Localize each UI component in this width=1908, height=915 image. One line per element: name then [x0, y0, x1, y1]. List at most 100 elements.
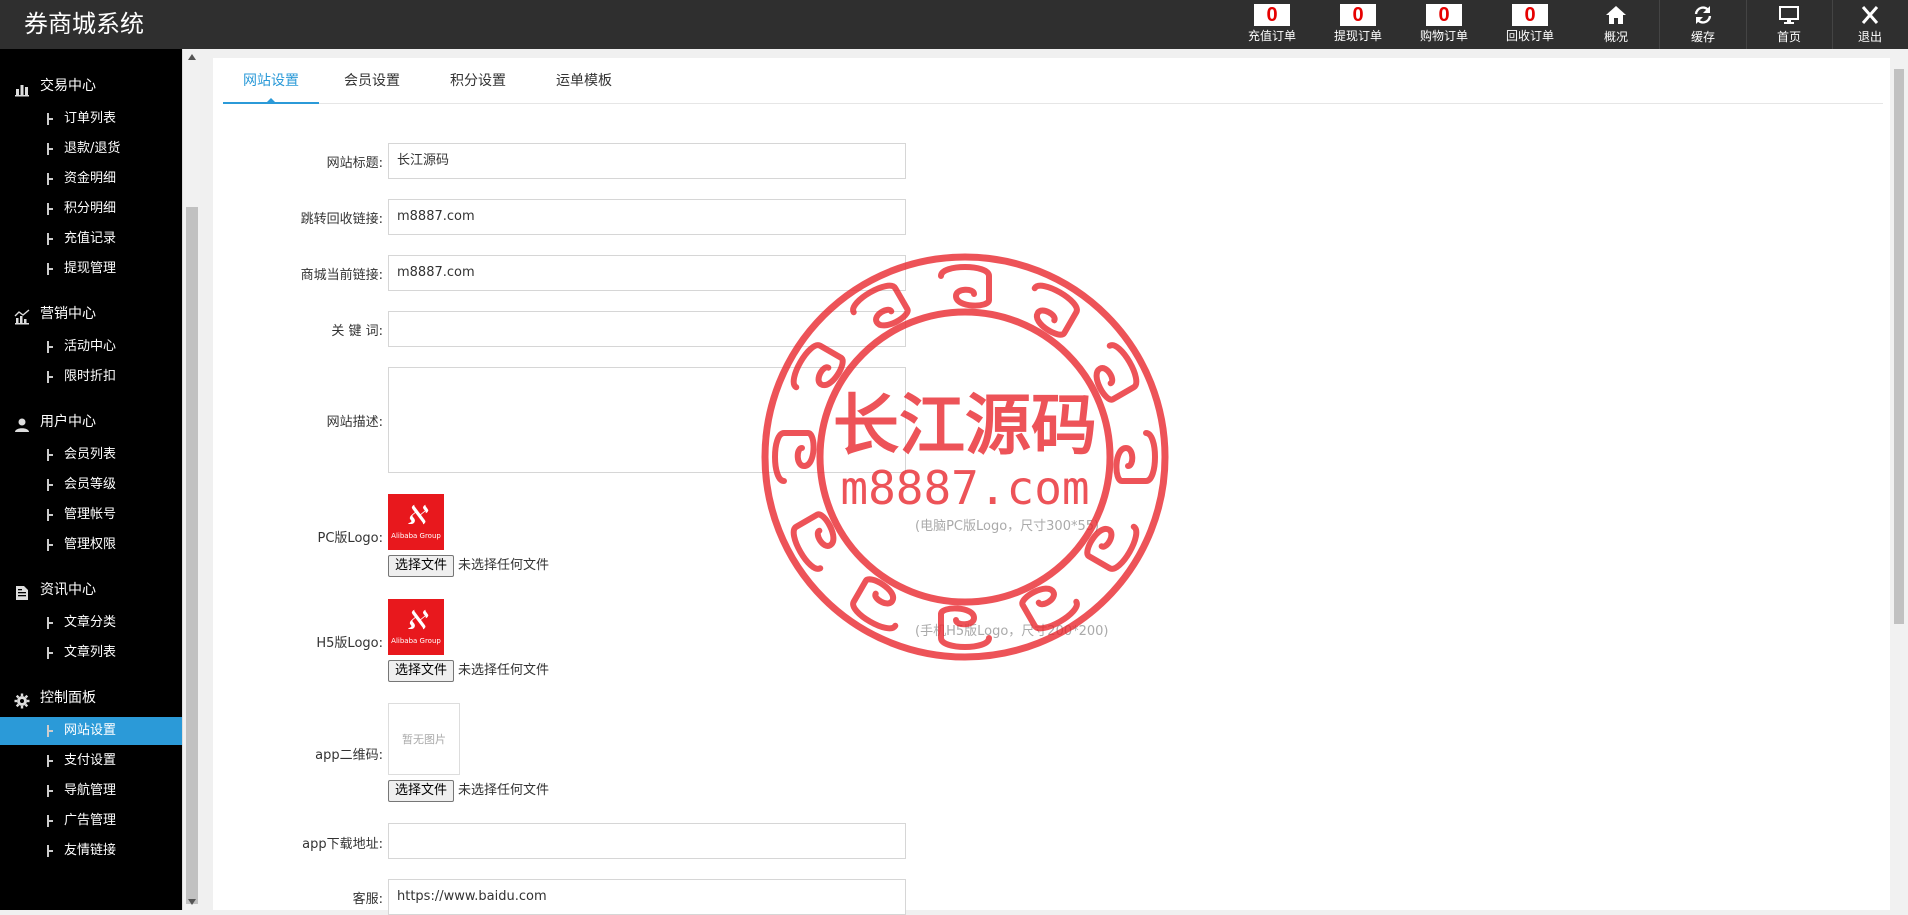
overview-button[interactable]: 概况 — [1573, 0, 1659, 49]
app-title: 券商城系统 — [24, 10, 144, 38]
sidebar-item-label: 充值记录 — [64, 231, 117, 246]
trend-chart-icon — [14, 306, 30, 325]
tree-branch-icon — [47, 173, 53, 185]
homepage-button[interactable]: 首页 — [1746, 0, 1832, 49]
sidebar-item-site-settings[interactable]: 网站设置 — [0, 717, 182, 745]
sidebar-item-admin-accounts[interactable]: 管理帐号 — [0, 501, 182, 529]
choose-file-button[interactable]: 选择文件 — [388, 780, 455, 802]
sidebar-item-label: 管理帐号 — [64, 507, 117, 522]
close-icon — [1858, 5, 1882, 27]
tree-branch-icon — [47, 113, 53, 125]
sidebar: 交易中心 订单列表 退款/退货 资金明细 积分明细 充值记录 提现管理 营销中心… — [0, 49, 182, 910]
h5-logo-hint: (手机H5版Logo，尺寸200*200) — [915, 624, 1109, 639]
tab-member-settings[interactable]: 会员设置 — [319, 70, 425, 104]
description-label: 网站描述: — [326, 415, 383, 430]
logo-brand-text: Alibaba Group — [391, 637, 441, 645]
app-download-input[interactable] — [388, 823, 906, 859]
settings-tabs: 网站设置 会员设置 积分设置 运单模板 — [223, 58, 1883, 104]
sidebar-item-withdraw[interactable]: 提现管理 — [0, 255, 182, 283]
main-content: 网站设置 会员设置 积分设置 运单模板 网站标题: 长江源码 跳转回收链接: m… — [213, 58, 1890, 915]
sidebar-item-friend-links[interactable]: 友情链接 — [0, 837, 182, 865]
tree-branch-icon — [47, 647, 53, 659]
recharge-orders-button[interactable]: 0 充值订单 — [1229, 0, 1315, 49]
sidebar-group-marketing[interactable]: 营销中心 — [0, 299, 182, 329]
choose-file-button[interactable]: 选择文件 — [388, 555, 455, 577]
sidebar-item-discount[interactable]: 限时折扣 — [0, 363, 182, 391]
sidebar-item-activity[interactable]: 活动中心 — [0, 333, 182, 361]
sidebar-item-refund[interactable]: 退款/退货 — [0, 135, 182, 163]
choose-file-button[interactable]: 选择文件 — [388, 660, 455, 682]
site-title-input[interactable]: 长江源码 — [388, 143, 906, 179]
home-icon — [1604, 5, 1628, 27]
tab-site-settings[interactable]: 网站设置 — [223, 70, 319, 104]
bar-chart-icon — [14, 78, 30, 97]
sidebar-group-title: 控制面板 — [40, 690, 96, 706]
sidebar-item-payment-settings[interactable]: 支付设置 — [0, 747, 182, 775]
scrollbar-thumb[interactable] — [1894, 69, 1904, 624]
sidebar-item-label: 友情链接 — [64, 843, 117, 858]
user-icon — [14, 414, 30, 432]
cache-button[interactable]: 缓存 — [1660, 0, 1746, 49]
sidebar-group-trade[interactable]: 交易中心 — [0, 71, 182, 101]
pc-logo-hint: (电脑PC版Logo，尺寸300*55) — [915, 519, 1100, 534]
redirect-link-input[interactable]: m8887.com — [388, 199, 906, 235]
sidebar-group-title: 营销中心 — [40, 306, 96, 322]
shopping-orders-button[interactable]: 0 购物订单 — [1401, 0, 1487, 49]
homepage-label: 首页 — [1776, 30, 1801, 44]
pc-logo-image: ℵ Alibaba Group — [388, 494, 444, 550]
sidebar-item-article-list[interactable]: 文章列表 — [0, 639, 182, 667]
withdraw-orders-button[interactable]: 0 提现订单 — [1315, 0, 1401, 49]
app-qrcode-file-picker: 选择文件 未选择任何文件 — [388, 780, 549, 802]
sidebar-item-funds[interactable]: 资金明细 — [0, 165, 182, 193]
tree-branch-icon — [47, 479, 53, 491]
tree-branch-icon — [47, 203, 53, 215]
redirect-link-label: 跳转回收链接: — [300, 212, 383, 227]
sidebar-group-control-panel[interactable]: 控制面板 — [0, 683, 182, 713]
shopping-orders-count: 0 — [1426, 4, 1462, 26]
scrollbar-thumb[interactable] — [186, 207, 198, 904]
sidebar-item-ads[interactable]: 广告管理 — [0, 807, 182, 835]
scroll-down-arrow-icon[interactable] — [188, 899, 196, 905]
scroll-up-arrow-icon[interactable] — [188, 54, 196, 60]
sidebar-item-label: 文章列表 — [64, 645, 117, 660]
tree-branch-icon — [47, 845, 53, 857]
mall-link-input[interactable]: m8887.com — [388, 255, 906, 291]
main-scrollbar[interactable] — [1890, 49, 1908, 910]
sidebar-item-admin-permissions[interactable]: 管理权限 — [0, 531, 182, 559]
recycle-orders-button[interactable]: 0 回收订单 — [1487, 0, 1573, 49]
sidebar-group-users[interactable]: 用户中心 — [0, 407, 182, 437]
sidebar-item-recharge[interactable]: 充值记录 — [0, 225, 182, 253]
sidebar-item-label: 广告管理 — [64, 813, 117, 828]
sidebar-item-label: 资金明细 — [64, 171, 117, 186]
tab-points-settings[interactable]: 积分设置 — [425, 70, 531, 104]
file-status-text: 未选择任何文件 — [458, 558, 550, 573]
logo-brand-text: Alibaba Group — [391, 532, 441, 540]
sidebar-item-member-level[interactable]: 会员等级 — [0, 471, 182, 499]
sidebar-group-title: 资讯中心 — [40, 582, 96, 598]
h5-logo-file-picker: 选择文件 未选择任何文件 — [388, 660, 549, 682]
alibaba-logo-icon: ℵ — [406, 501, 426, 531]
sidebar-item-navigation[interactable]: 导航管理 — [0, 777, 182, 805]
sidebar-item-label: 会员列表 — [64, 447, 117, 462]
sidebar-item-article-category[interactable]: 文章分类 — [0, 609, 182, 637]
keywords-label: 关 键 词: — [331, 324, 383, 339]
sidebar-item-points[interactable]: 积分明细 — [0, 195, 182, 223]
sidebar-scrollbar[interactable] — [182, 49, 200, 910]
customer-service-label: 客服: — [352, 892, 383, 907]
sidebar-item-label: 积分明细 — [64, 201, 117, 216]
recycle-orders-label: 回收订单 — [1505, 29, 1554, 43]
tree-branch-icon — [47, 539, 53, 551]
sidebar-item-order-list[interactable]: 订单列表 — [0, 105, 182, 133]
sidebar-group-news[interactable]: 资讯中心 — [0, 575, 182, 605]
tab-waybill-template[interactable]: 运单模板 — [531, 70, 637, 104]
tree-branch-icon — [47, 785, 53, 797]
sidebar-item-label: 提现管理 — [64, 261, 117, 276]
description-textarea[interactable] — [388, 367, 906, 473]
logout-button[interactable]: 退出 — [1832, 0, 1908, 49]
keywords-input[interactable] — [388, 311, 906, 347]
app-qrcode-label: app二维码: — [315, 748, 383, 763]
shopping-orders-label: 购物订单 — [1419, 29, 1468, 43]
sidebar-item-member-list[interactable]: 会员列表 — [0, 441, 182, 469]
withdraw-orders-label: 提现订单 — [1333, 29, 1382, 43]
tree-branch-icon — [47, 371, 53, 383]
